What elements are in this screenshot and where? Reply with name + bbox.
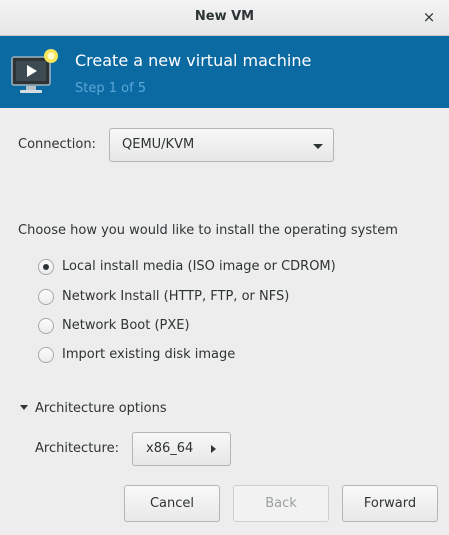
back-button[interactable]: Back <box>233 485 329 522</box>
radio-label: Network Install (HTTP, FTP, or NFS) <box>62 289 290 304</box>
radio-button[interactable] <box>38 259 54 275</box>
install-prompt: Choose how you would like to install the… <box>18 223 398 238</box>
radio-label: Import existing disk image <box>62 347 236 362</box>
architecture-dropdown[interactable]: x86_64 <box>132 432 231 466</box>
architecture-expander[interactable]: Architecture options <box>35 401 167 416</box>
chevron-down-icon <box>313 144 323 149</box>
forward-button[interactable]: Forward <box>342 485 438 522</box>
radio-button[interactable] <box>38 347 54 363</box>
radio-button[interactable] <box>38 289 54 305</box>
radio-label: Local install media (ISO image or CDROM) <box>62 259 336 274</box>
connection-dropdown[interactable]: QEMU/KVM <box>109 128 334 162</box>
window-title: New VM <box>194 9 255 24</box>
title-bar: New VM × <box>0 0 449 36</box>
connection-label: Connection: <box>18 137 96 152</box>
virtual-machine-icon <box>11 49 58 93</box>
close-icon[interactable]: × <box>421 8 437 26</box>
architecture-value: x86_64 <box>146 441 194 456</box>
wizard-step: Step 1 of 5 <box>75 81 147 96</box>
architecture-label: Architecture: <box>35 441 119 456</box>
radio-label: Network Boot (PXE) <box>62 318 190 333</box>
wizard-heading: Create a new virtual machine <box>75 51 312 70</box>
cancel-button[interactable]: Cancel <box>124 485 220 522</box>
wizard-banner: Create a new virtual machine Step 1 of 5 <box>0 36 449 108</box>
radio-button[interactable] <box>38 318 54 334</box>
chevron-right-icon <box>211 445 216 453</box>
connection-value: QEMU/KVM <box>122 137 195 152</box>
expander-arrow-icon[interactable] <box>20 405 28 410</box>
